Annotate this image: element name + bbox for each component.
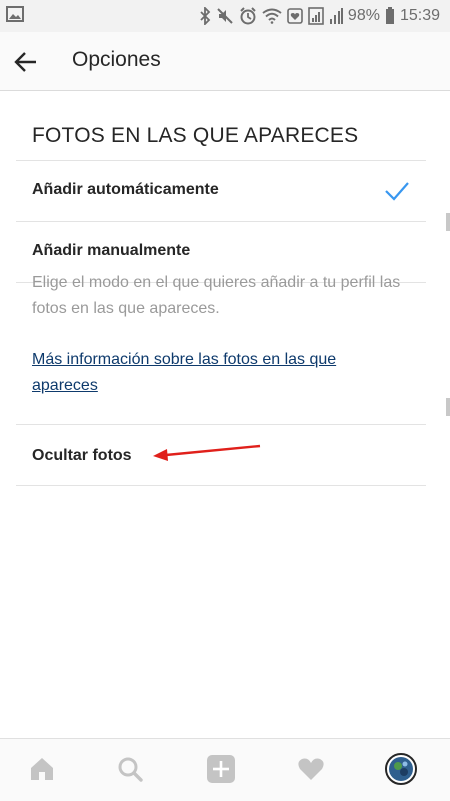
scroll-indicator: [446, 398, 450, 416]
bluetooth-icon: [199, 7, 211, 25]
hide-photos-label: Ocultar fotos: [32, 447, 132, 464]
wifi-icon: [262, 8, 282, 24]
heart-icon[interactable]: [295, 753, 327, 785]
mute-icon: [216, 7, 234, 25]
alarm-icon: [239, 7, 257, 25]
section-title: FOTOS EN LAS QUE APARECES: [32, 124, 359, 147]
checkmark-icon: [384, 181, 410, 206]
status-bar: 98% 15:39: [0, 0, 450, 32]
add-icon[interactable]: [205, 753, 237, 785]
help-text: Elige el modo en el que quieres añadir a…: [32, 274, 401, 317]
battery-percent: 98%: [347, 7, 380, 24]
data-icon: [308, 7, 324, 25]
divider: [16, 485, 426, 486]
bottom-navigation: [0, 738, 450, 801]
page-title: Opciones: [72, 48, 161, 71]
clock: 15:39: [399, 7, 440, 24]
back-button[interactable]: [12, 48, 40, 76]
option-label: Añadir automáticamente: [32, 181, 219, 198]
learn-more-link[interactable]: Más información sobre las fotos en las q…: [32, 347, 392, 399]
home-icon[interactable]: [26, 753, 58, 785]
profile-avatar[interactable]: [385, 753, 417, 785]
heart-status-icon: [287, 8, 303, 24]
option-label: Añadir manualmente: [32, 242, 191, 259]
scroll-indicator: [446, 213, 450, 231]
gallery-icon: [6, 6, 24, 22]
option-add-automatically[interactable]: Añadir automáticamente: [16, 161, 426, 221]
signal-icon: [329, 7, 343, 25]
battery-icon: [385, 7, 395, 25]
app-header: Opciones: [0, 32, 450, 91]
back-arrow-icon: [14, 52, 36, 72]
annotation-arrow-icon: [150, 440, 265, 475]
search-icon[interactable]: [114, 753, 146, 785]
